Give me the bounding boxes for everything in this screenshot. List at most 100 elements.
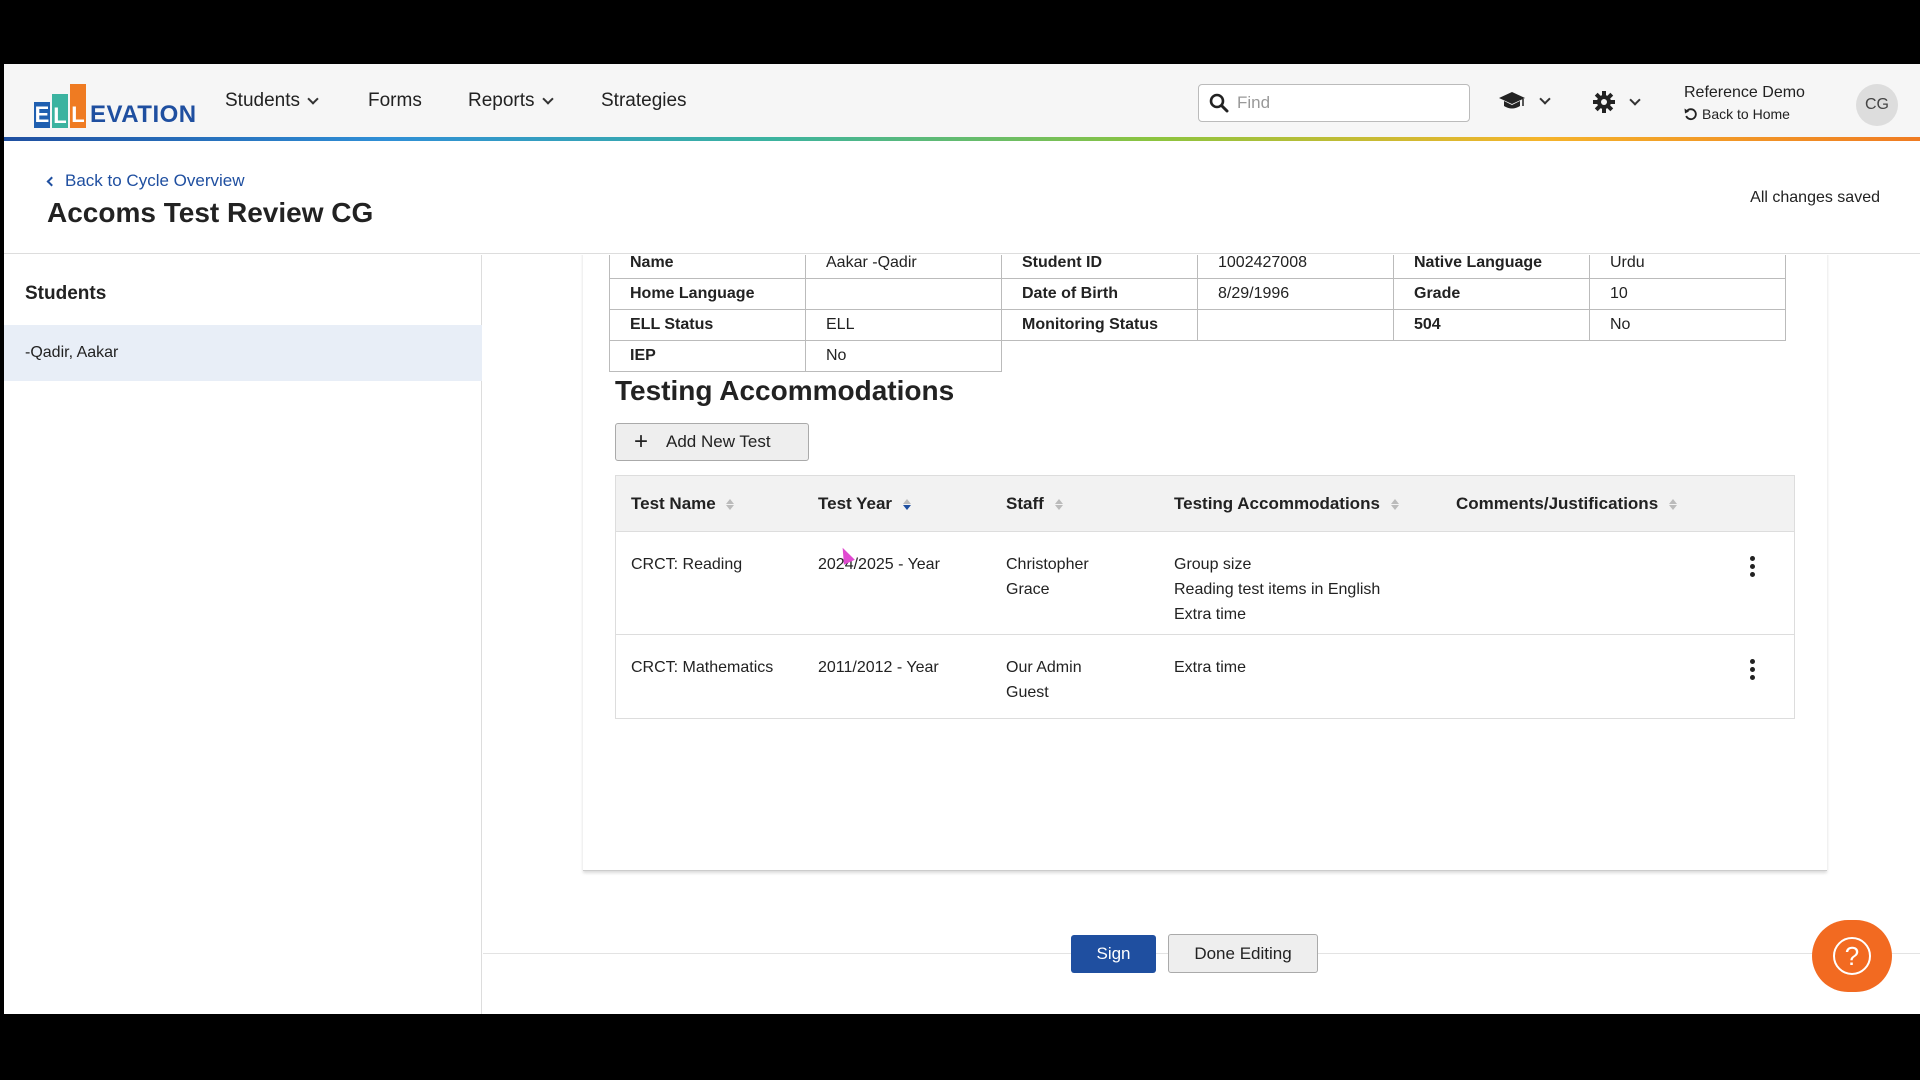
info-value: 1002427008 xyxy=(1197,255,1394,279)
plus-icon: + xyxy=(634,428,649,455)
top-navigation: E L L EVATION Students Forms Reports Str… xyxy=(4,64,1920,137)
student-info-table: Name Aakar -Qadir Student ID 1002427008 … xyxy=(609,255,1786,341)
accommodation-item: Reading test items in English xyxy=(1174,581,1381,598)
row-actions-menu-icon[interactable] xyxy=(1750,556,1756,577)
column-header-test-year[interactable]: Test Year xyxy=(818,494,1006,514)
sort-icon xyxy=(1054,498,1063,510)
staff-cell: Our Admin Guest xyxy=(1006,635,1174,718)
info-value: 8/29/1996 xyxy=(1197,278,1394,310)
nav-item-reports[interactable]: Reports xyxy=(468,90,554,112)
chevron-down-icon xyxy=(307,92,319,105)
school-menu-button[interactable] xyxy=(1498,90,1551,112)
table-row: CRCT: Reading 2024/2025 - Year Christoph… xyxy=(616,532,1794,635)
staff-line: Guest xyxy=(1006,684,1049,701)
info-value: ELL xyxy=(805,309,1002,341)
sort-icon xyxy=(1390,498,1399,510)
column-header-test-name[interactable]: Test Name xyxy=(616,494,818,514)
nav-item-label: Strategies xyxy=(601,90,687,111)
info-value: No xyxy=(1589,309,1786,341)
info-label: Native Language xyxy=(1393,255,1590,279)
sign-button[interactable]: Sign xyxy=(1071,935,1156,973)
search-input[interactable] xyxy=(1237,93,1457,113)
info-value xyxy=(805,278,1002,310)
back-to-home-link[interactable]: Back to Home xyxy=(1684,106,1805,122)
gear-icon xyxy=(1593,91,1615,113)
table-row: Name Aakar -Qadir Student ID 1002427008 … xyxy=(609,255,1786,279)
sort-icon xyxy=(1668,498,1677,510)
row-actions-menu-icon[interactable] xyxy=(1750,659,1756,680)
user-name: Reference Demo xyxy=(1684,84,1805,101)
accommodation-item: Extra time xyxy=(1174,659,1247,676)
add-new-test-label: Add New Test xyxy=(666,432,771,451)
column-header-label: Testing Accommodations xyxy=(1174,493,1380,513)
chevron-down-icon xyxy=(1539,92,1551,105)
logo-letter-3: L xyxy=(70,84,86,128)
info-label: IEP xyxy=(609,340,806,372)
info-value: Urdu xyxy=(1589,255,1786,279)
avatar[interactable]: CG xyxy=(1856,84,1898,126)
nav-item-students[interactable]: Students xyxy=(225,90,319,112)
help-button[interactable]: ? xyxy=(1812,920,1892,992)
student-form-card: Name Aakar -Qadir Student ID 1002427008 … xyxy=(583,255,1827,871)
info-label: 504 xyxy=(1393,309,1590,341)
nav-item-forms[interactable]: Forms xyxy=(368,90,422,112)
save-status: All changes saved xyxy=(1750,189,1880,206)
question-mark-icon: ? xyxy=(1833,937,1871,975)
nav-item-label: Students xyxy=(225,90,300,111)
comments-cell xyxy=(1456,532,1736,634)
accommodation-item: Group size xyxy=(1174,556,1252,573)
column-header-testing-accommodations[interactable]: Testing Accommodations xyxy=(1174,494,1456,514)
staff-cell: Christopher Grace xyxy=(1006,532,1174,634)
search-icon xyxy=(1209,93,1229,113)
nav-item-strategies[interactable]: Strategies xyxy=(601,90,687,112)
comments-cell xyxy=(1456,635,1736,718)
back-to-home-label: Back to Home xyxy=(1702,106,1790,122)
student-info-table-extra: IEP No xyxy=(609,340,1002,372)
info-label: ELL Status xyxy=(609,309,806,341)
sort-icon xyxy=(726,498,735,510)
info-label: Home Language xyxy=(609,278,806,310)
search-box xyxy=(1198,84,1470,122)
page-title: Accoms Test Review CG xyxy=(47,197,374,228)
staff-line: Our Admin xyxy=(1006,659,1082,676)
column-header-label: Test Name xyxy=(631,493,716,513)
user-info: Reference Demo Back to Home xyxy=(1684,84,1805,122)
column-header-staff[interactable]: Staff xyxy=(1006,494,1174,514)
sidebar-title: Students xyxy=(25,283,107,304)
done-editing-button[interactable]: Done Editing xyxy=(1168,934,1318,973)
info-label: Name xyxy=(609,255,806,279)
test-name-cell: CRCT: Reading xyxy=(631,556,743,573)
students-sidebar: Students -Qadir, Aakar xyxy=(4,255,482,1014)
add-new-test-button[interactable]: + Add New Test xyxy=(615,423,809,461)
accommodations-cell: Extra time xyxy=(1174,635,1456,718)
undo-icon xyxy=(1684,108,1697,121)
info-label: Student ID xyxy=(1001,255,1198,279)
tests-table: Test Name Test Year Staff Testing Accomm… xyxy=(615,475,1795,719)
ellevation-logo[interactable]: E L L EVATION xyxy=(34,82,197,128)
column-header-comments[interactable]: Comments/Justifications xyxy=(1456,494,1736,514)
sort-descending-icon xyxy=(902,498,911,510)
table-row: IEP No xyxy=(609,340,1002,372)
table-row: ELL Status ELL Monitoring Status 504 No xyxy=(609,309,1786,341)
chevron-left-icon xyxy=(46,176,57,186)
staff-line: Christopher xyxy=(1006,556,1089,573)
info-label: Date of Birth xyxy=(1001,278,1198,310)
staff-line: Grace xyxy=(1006,581,1050,598)
testing-accommodations-title: Testing Accommodations xyxy=(615,375,955,406)
test-year-cell: 2011/2012 - Year xyxy=(818,659,939,676)
page-header: Back to Cycle Overview Accoms Test Revie… xyxy=(4,141,1920,254)
logo-text: EVATION xyxy=(90,101,197,128)
back-to-cycle-overview-link[interactable]: Back to Cycle Overview xyxy=(46,171,245,191)
info-label: Monitoring Status xyxy=(1001,309,1198,341)
settings-menu-button[interactable] xyxy=(1592,90,1641,114)
info-value xyxy=(1197,309,1394,341)
info-value: No xyxy=(805,340,1002,372)
accommodations-cell: Group size Reading test items in English… xyxy=(1174,532,1456,634)
logo-letter-2: L xyxy=(52,94,68,128)
nav-item-label: Reports xyxy=(468,90,535,111)
column-header-label: Test Year xyxy=(818,493,893,513)
table-row: Home Language Date of Birth 8/29/1996 Gr… xyxy=(609,278,1786,310)
nav-item-label: Forms xyxy=(368,90,422,111)
sidebar-student-item[interactable]: -Qadir, Aakar xyxy=(4,325,482,381)
info-label: Grade xyxy=(1393,278,1590,310)
